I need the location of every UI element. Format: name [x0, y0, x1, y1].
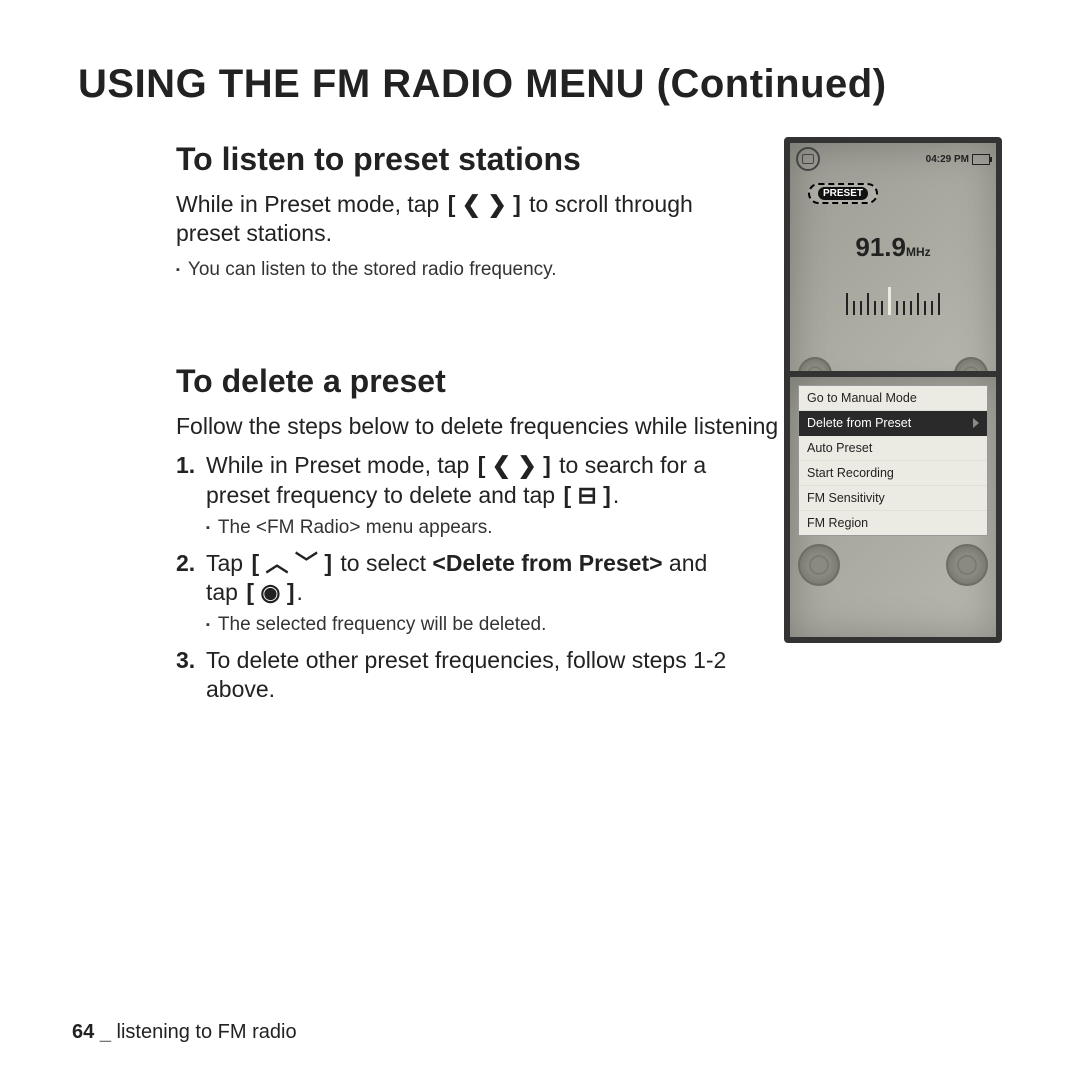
footer-text: listening to FM radio — [117, 1021, 297, 1043]
device2-knobs — [790, 544, 996, 586]
page-footer: 64 _ listening to FM radio — [72, 1021, 297, 1044]
step-2: 2. Tap [ ︿ ﹀ ] to select <Delete from Pr… — [176, 549, 736, 638]
step-1-number: 1. — [176, 451, 206, 540]
section1-body-pre: While in Preset mode, tap — [176, 191, 446, 217]
step2-sub: The selected frequency will be deleted. — [206, 613, 736, 637]
preset-badge-outline: PRESET — [798, 177, 996, 204]
select-key-icon: [ ◉ ] — [244, 578, 296, 607]
menu-key-icon: [ ⊟ ] — [561, 481, 612, 510]
up-down-key-icon: [ ︿ ﹀ ] — [249, 549, 334, 578]
step-3-number: 3. — [176, 646, 206, 705]
footer-separator: _ — [100, 1021, 117, 1043]
step3-text: To delete other preset frequencies, foll… — [206, 646, 736, 705]
dial-needle-icon — [888, 287, 891, 315]
step1-sub: The <FM Radio> menu appears. — [206, 516, 736, 540]
step2-mid: to select — [334, 550, 432, 576]
device-screenshot-menu: Go to Manual Mode Delete from Preset Aut… — [784, 371, 1002, 643]
step1-pre: While in Preset mode, tap — [206, 452, 476, 478]
step-1: 1. While in Preset mode, tap [ ❮ ❯ ] to … — [176, 451, 736, 540]
menu-item-fm-sensitivity: FM Sensitivity — [799, 486, 987, 511]
section-listen-preset: To listen to preset stations While in Pr… — [176, 141, 1002, 281]
step2-pre: Tap — [206, 550, 249, 576]
preset-label: PRESET — [818, 187, 868, 200]
step2-bold: <Delete from Preset> — [432, 550, 662, 576]
speaker-knob-right-icon — [946, 544, 988, 586]
menu-item-manual: Go to Manual Mode — [799, 386, 987, 411]
step2-end: . — [297, 579, 303, 605]
speaker-knob-left-icon — [798, 544, 840, 586]
device1-frequency: 91.9MHz — [790, 232, 996, 263]
page-number: 64 — [72, 1021, 94, 1043]
freq-value: 91.9 — [855, 232, 906, 262]
menu-item-auto-preset: Auto Preset — [799, 436, 987, 461]
page: USING THE FM RADIO MENU (Continued) To l… — [0, 0, 1080, 705]
menu-item-delete-preset: Delete from Preset — [799, 411, 987, 436]
device1-status-right: 04:29 PM — [926, 154, 990, 165]
menu-item-start-recording: Start Recording — [799, 461, 987, 486]
battery-icon — [972, 154, 990, 165]
step-2-number: 2. — [176, 549, 206, 638]
left-right-key-icon: [ ❮ ❯ ] — [446, 190, 523, 219]
step1-end: . — [613, 482, 619, 508]
section-delete-preset: To delete a preset Follow the steps belo… — [176, 363, 1002, 705]
menu-item-fm-region: FM Region — [799, 511, 987, 535]
step-3: 3. To delete other preset frequencies, f… — [176, 646, 736, 705]
radio-icon — [796, 147, 820, 171]
device1-dial — [808, 271, 978, 315]
left-right-key-icon: [ ❮ ❯ ] — [476, 451, 553, 480]
page-title: USING THE FM RADIO MENU (Continued) — [78, 62, 1002, 107]
device1-statusbar: 04:29 PM — [790, 143, 996, 171]
preset-badge: PRESET — [808, 183, 878, 204]
device1-time: 04:29 PM — [926, 154, 969, 165]
freq-unit: MHz — [906, 245, 931, 259]
section1-body: While in Preset mode, tap [ ❮ ❯ ] to scr… — [176, 190, 756, 249]
fm-radio-menu: Go to Manual Mode Delete from Preset Aut… — [798, 385, 988, 536]
section2-steps: 1. While in Preset mode, tap [ ❮ ❯ ] to … — [176, 451, 736, 704]
